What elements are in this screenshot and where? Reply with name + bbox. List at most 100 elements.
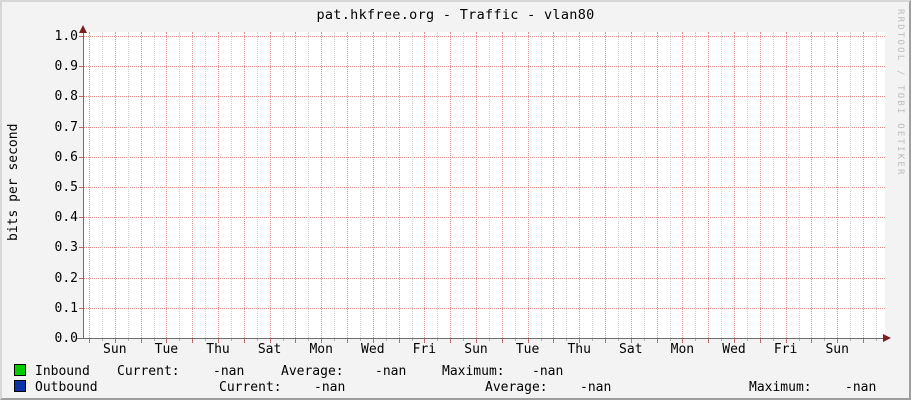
x-tick: [243, 339, 245, 343]
v-gridline-minor: [359, 32, 361, 338]
v-gridline-major: [579, 32, 581, 338]
x-tick-minor: [205, 339, 207, 341]
x-tick-minor: [308, 339, 310, 341]
v-gridline-major: [424, 32, 426, 338]
v-gridline-major: [682, 32, 684, 338]
x-axis-line: [77, 338, 883, 339]
x-tick-label: Thu: [567, 342, 591, 357]
x-tick-minor: [514, 339, 516, 341]
v-gridline-major: [321, 32, 323, 338]
x-tick-minor: [850, 339, 852, 341]
x-tick: [89, 339, 90, 343]
v-gridline-minor: [127, 32, 129, 338]
x-tick: [192, 339, 194, 343]
v-gridline-minor: [643, 32, 645, 338]
average-value: -nan: [375, 364, 407, 379]
v-gridline-minor: [256, 32, 258, 338]
x-tick: [295, 339, 297, 343]
v-gridline-minor: [772, 32, 774, 338]
x-tick-label: Tue: [154, 342, 179, 357]
x-tick: [501, 339, 503, 343]
inbound-swatch-icon: [14, 364, 26, 376]
v-gridline-major: [759, 32, 761, 338]
y-tick-label: 0.8: [54, 89, 78, 105]
v-gridline-major: [114, 32, 116, 338]
v-gridline-major: [785, 32, 787, 338]
y-tick-label: 0.0: [54, 331, 78, 346]
maximum-value: -nan: [532, 364, 564, 379]
v-gridline-major: [269, 32, 271, 338]
v-gridline-minor: [282, 32, 284, 338]
v-gridline-minor: [514, 32, 516, 338]
v-gridline-minor: [540, 32, 542, 338]
v-gridline-major: [863, 32, 864, 338]
graph-title: pat.hkfree.org - Traffic - vlan80: [316, 7, 595, 23]
v-gridline-minor: [875, 32, 877, 338]
v-gridline-major: [476, 32, 477, 338]
y-tick-label: 0.3: [54, 240, 78, 256]
v-gridline-major: [527, 32, 529, 338]
y-axis-arrow-icon: [79, 25, 87, 33]
v-gridline-minor: [411, 32, 413, 338]
current-label: Current:: [219, 380, 282, 395]
v-gridline-minor: [385, 32, 387, 338]
v-gridline-minor: [850, 32, 852, 338]
x-tick-minor: [282, 339, 284, 341]
average-label: Average:: [485, 380, 548, 395]
maximum-label: Maximum:: [749, 380, 812, 395]
x-tick-label: Thu: [206, 342, 230, 357]
x-tick-label: Fri: [412, 342, 437, 357]
outbound-swatch-icon: [14, 380, 26, 392]
v-gridline-major: [192, 32, 194, 338]
x-tick-minor: [463, 339, 465, 341]
legend-row-inbound: Inbound Current: -nan Average: -nan Maxi…: [2, 364, 909, 380]
x-tick-minor: [179, 339, 181, 341]
x-tick: [450, 339, 452, 343]
rrdtool-watermark: RRDTOOL / TOBI OETIKER: [895, 9, 905, 177]
x-tick-label: Sun: [825, 342, 849, 357]
average-label: Average:: [281, 364, 344, 379]
v-gridline-minor: [566, 32, 568, 338]
x-tick: [708, 339, 710, 343]
x-tick-minor: [540, 339, 542, 341]
v-gridline-minor: [101, 32, 103, 338]
v-gridline-major: [295, 32, 297, 338]
current-value: -nan: [213, 364, 245, 379]
x-tick-minor: [798, 339, 800, 341]
v-gridline-minor: [308, 32, 310, 338]
x-tick-minor: [230, 339, 232, 341]
x-tick-minor: [617, 339, 619, 341]
x-tick-minor: [746, 339, 748, 341]
legend-row-outbound: Outbound Current: -nan Average: -nan Max…: [2, 380, 909, 396]
v-gridline-minor: [695, 32, 697, 338]
x-tick-label: Wed: [722, 342, 746, 357]
legend-label: Inbound: [35, 364, 90, 379]
v-gridline-major: [501, 32, 503, 338]
v-gridline-minor: [592, 32, 594, 338]
v-gridline-major: [734, 32, 735, 338]
v-gridline-major: [218, 32, 219, 338]
y-tick-label: 0.4: [54, 210, 78, 226]
x-tick-label: Sun: [103, 342, 127, 357]
v-gridline-minor: [824, 32, 826, 338]
x-tick-minor: [437, 339, 439, 341]
v-gridline-major: [708, 32, 710, 338]
v-gridline-minor: [179, 32, 181, 338]
x-tick-minor: [643, 339, 645, 341]
y-tick-label: 0.7: [54, 119, 78, 135]
v-gridline-minor: [463, 32, 465, 338]
x-tick-minor: [566, 339, 568, 341]
v-gridline-minor: [230, 32, 232, 338]
v-gridline-major: [656, 32, 658, 338]
x-tick: [553, 339, 555, 343]
v-gridline-major: [347, 32, 348, 338]
x-tick: [863, 339, 864, 343]
v-gridline-major: [243, 32, 245, 338]
maximum-value: -nan: [845, 380, 877, 395]
x-tick-minor: [772, 339, 774, 341]
v-gridline-minor: [205, 32, 207, 338]
x-tick: [140, 339, 142, 343]
y-tick-label: 0.2: [54, 270, 78, 286]
x-axis-arrow-icon: [883, 334, 891, 342]
x-tick-label: Sat: [257, 342, 282, 357]
